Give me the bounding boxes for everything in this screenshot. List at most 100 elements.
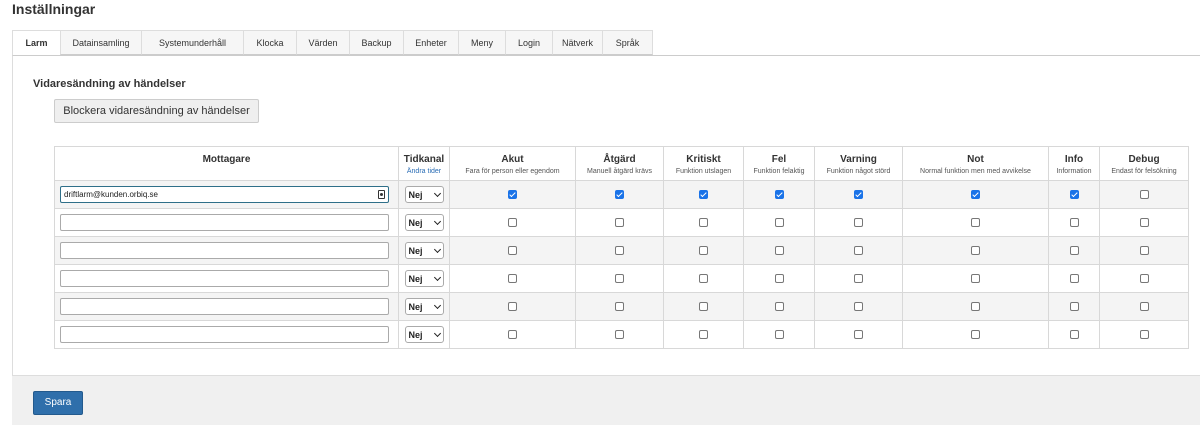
tab-varden[interactable]: Värden: [296, 30, 350, 55]
recipient-input[interactable]: [60, 326, 389, 343]
tab-systemunderhall[interactable]: Systemunderhåll: [141, 30, 244, 55]
change-times-link[interactable]: Ändra tider: [399, 168, 449, 175]
time-channel-select[interactable]: Nej: [404, 242, 444, 259]
tab-enheter[interactable]: Enheter: [403, 30, 459, 55]
checkbox-not[interactable]: [971, 302, 980, 312]
recipient-input[interactable]: driftlarm@kunden.orbiq.se: [60, 186, 389, 203]
checkbox-kritiskt[interactable]: [699, 330, 708, 340]
tab-datainsamling[interactable]: Datainsamling: [60, 30, 142, 55]
recipient-input[interactable]: [60, 270, 389, 287]
checkbox-fel[interactable]: [774, 302, 784, 312]
checkbox-atgard[interactable]: [615, 274, 624, 284]
level-title: Info: [1064, 154, 1084, 165]
tab-sprak[interactable]: Språk: [602, 30, 653, 55]
time-channel-select[interactable]: Nej: [404, 214, 444, 231]
recipient-input[interactable]: [60, 242, 389, 259]
checkbox-varning[interactable]: [854, 274, 863, 284]
checkbox-debug[interactable]: [1139, 330, 1149, 340]
recipient-input[interactable]: [60, 214, 389, 231]
checkbox-debug[interactable]: [1139, 246, 1149, 256]
checkbox-not[interactable]: [971, 218, 980, 228]
tab-larm[interactable]: Larm: [12, 30, 61, 56]
tab-klocka[interactable]: Klocka: [243, 30, 297, 55]
checkbox-atgard[interactable]: [615, 246, 624, 256]
recipient-header: Mottagare .: [54, 146, 399, 181]
tab-backup[interactable]: Backup: [349, 30, 404, 55]
checkbox-varning[interactable]: [854, 190, 863, 200]
time-channel-cell: Nej: [398, 320, 450, 349]
recipient-input[interactable]: [60, 298, 389, 315]
checkbox-debug[interactable]: [1139, 302, 1149, 312]
level-cell-debug: [1099, 320, 1189, 349]
checkbox-kritiskt[interactable]: [699, 274, 708, 284]
checkbox-atgard[interactable]: [615, 190, 624, 200]
save-button[interactable]: Spara: [33, 391, 83, 415]
page-title: Inställningar: [12, 1, 96, 17]
checkbox-akut[interactable]: [508, 330, 517, 340]
level-header-not: Not Normal funktion men med avvikelse: [902, 146, 1049, 181]
checkbox-debug[interactable]: [1139, 218, 1149, 228]
level-cell-varning: [814, 208, 903, 237]
time-channel-cell: Nej: [398, 264, 450, 293]
level-cell-not: [902, 180, 1049, 209]
recipient-cell: [54, 208, 399, 237]
checkbox-kritiskt[interactable]: [699, 302, 708, 312]
block-forwarding-button[interactable]: Blockera vidaresändning av händelser: [54, 99, 259, 123]
checkbox-debug[interactable]: [1139, 190, 1149, 200]
checkbox-varning[interactable]: [854, 246, 863, 256]
checkbox-akut[interactable]: [508, 274, 517, 284]
time-channel-select[interactable]: Nej: [404, 186, 444, 203]
checkbox-varning[interactable]: [854, 330, 863, 340]
tab-meny[interactable]: Meny: [458, 30, 506, 55]
checkbox-atgard[interactable]: [615, 302, 624, 312]
checkbox-akut[interactable]: [508, 246, 517, 256]
level-cell-varning: [814, 236, 903, 265]
level-cell-kritiskt: [663, 264, 744, 293]
time-channel-select[interactable]: Nej: [404, 326, 444, 343]
recipient-cell: [54, 264, 399, 293]
checkbox-not[interactable]: [971, 246, 980, 256]
level-title: Kritiskt: [686, 154, 721, 165]
chevron-down-icon: [433, 217, 441, 225]
checkbox-info[interactable]: [1069, 246, 1079, 256]
checkbox-not[interactable]: [971, 330, 980, 340]
checkbox-info[interactable]: [1069, 190, 1079, 200]
time-channel-header: Tidkanal Ändra tider: [398, 146, 450, 181]
checkbox-akut[interactable]: [508, 302, 517, 312]
time-channel-select[interactable]: Nej: [404, 270, 444, 287]
level-cell-atgard: [575, 208, 664, 237]
level-cell-not: [902, 320, 1049, 349]
time-channel-value: Nej: [408, 189, 423, 200]
checkbox-akut[interactable]: [508, 190, 517, 200]
table-header-row: Mottagare . Tidkanal Ändra tider Akut Fa…: [54, 146, 1189, 181]
checkbox-info[interactable]: [1069, 330, 1079, 340]
time-channel-header-title: Tidkanal: [403, 154, 445, 165]
level-cell-not: [902, 236, 1049, 265]
checkbox-not[interactable]: [971, 190, 980, 200]
checkbox-kritiskt[interactable]: [699, 218, 708, 228]
checkbox-debug[interactable]: [1139, 274, 1149, 284]
checkbox-info[interactable]: [1069, 274, 1079, 284]
contact-card-icon[interactable]: [378, 190, 385, 199]
checkbox-fel[interactable]: [774, 218, 784, 228]
checkbox-kritiskt[interactable]: [699, 246, 708, 256]
checkbox-fel[interactable]: [774, 190, 784, 200]
time-channel-value: Nej: [408, 217, 423, 228]
checkbox-fel[interactable]: [774, 330, 784, 340]
time-channel-select[interactable]: Nej: [404, 298, 444, 315]
checkbox-varning[interactable]: [854, 218, 863, 228]
checkbox-atgard[interactable]: [615, 330, 624, 340]
checkbox-fel[interactable]: [774, 274, 784, 284]
checkbox-atgard[interactable]: [615, 218, 624, 228]
tab-natverk[interactable]: Nätverk: [552, 30, 603, 55]
checkbox-fel[interactable]: [774, 246, 784, 256]
checkbox-akut[interactable]: [508, 218, 517, 228]
table-row: Nej: [54, 292, 1189, 321]
level-cell-atgard: [575, 180, 664, 209]
checkbox-not[interactable]: [971, 274, 980, 284]
checkbox-info[interactable]: [1069, 302, 1079, 312]
checkbox-kritiskt[interactable]: [699, 190, 708, 200]
checkbox-varning[interactable]: [854, 302, 863, 312]
tab-login[interactable]: Login: [505, 30, 553, 55]
checkbox-info[interactable]: [1069, 218, 1079, 228]
